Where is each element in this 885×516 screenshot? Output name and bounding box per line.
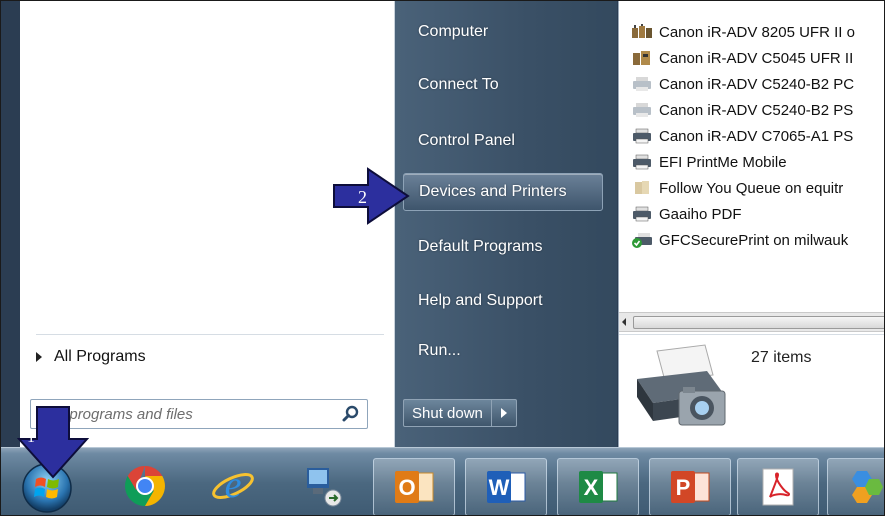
menu-item-label: Devices and Printers — [419, 183, 567, 200]
taskbar-internet-explorer[interactable]: e — [207, 460, 259, 512]
svg-text:e: e — [225, 464, 242, 506]
printer-name: EFI PrintMe Mobile — [659, 153, 787, 171]
search-icon[interactable] — [341, 404, 361, 424]
devices-printer-camera-icon — [637, 344, 726, 426]
list-item[interactable]: Canon iR-ADV 8205 UFR II o — [619, 19, 884, 45]
list-item[interactable]: Canon iR-ADV C5045 UFR II — [619, 45, 884, 71]
step-1-label: 1 — [27, 429, 35, 446]
shutdown-options-button[interactable] — [491, 399, 517, 427]
chevron-right-icon — [500, 408, 507, 418]
printer-name: Canon iR-ADV C5240-B2 PS — [659, 101, 854, 119]
excel-icon: X — [579, 471, 618, 503]
printer-group-icon — [633, 51, 650, 65]
printer-name: Canon iR-ADV 8205 UFR II o — [659, 23, 855, 41]
menu-item-run[interactable]: Run... — [403, 332, 603, 370]
printer-name: Canon iR-ADV C7065-A1 PS — [659, 127, 854, 145]
menu-item-label: Help and Support — [418, 292, 543, 309]
shutdown-control: Shut down — [403, 399, 517, 427]
taskbar-remote-desktop[interactable] — [297, 460, 349, 512]
all-programs-label: All Programs — [54, 348, 146, 365]
menu-item-help-and-support[interactable]: Help and Support — [403, 282, 603, 320]
preview-divider — [619, 334, 884, 335]
menu-item-label: Connect To — [418, 76, 499, 93]
menu-item-label: Control Panel — [418, 132, 515, 149]
all-programs-link[interactable]: All Programs — [36, 344, 146, 370]
taskbar-excel[interactable]: X — [557, 458, 639, 515]
list-item[interactable]: Gaaiho PDF — [619, 201, 884, 227]
shutdown-button[interactable]: Shut down — [403, 399, 492, 427]
scroll-left-icon[interactable] — [622, 318, 626, 326]
devices-preview-pane: Canon iR-ADV 8205 UFR II o Canon iR-ADV … — [618, 1, 884, 447]
left-pane-divider — [36, 334, 384, 335]
taskbar-app-partial[interactable] — [827, 458, 884, 515]
chrome-icon — [125, 466, 165, 506]
printer-name: Canon iR-ADV C5045 UFR II — [659, 49, 854, 67]
acrobat-icon — [762, 468, 794, 506]
svg-text:W: W — [489, 475, 510, 500]
printer-name: Canon iR-ADV C5240-B2 PC — [659, 75, 855, 93]
list-item[interactable]: Canon iR-ADV C5240-B2 PS — [619, 97, 884, 123]
expand-triangle-icon — [36, 352, 42, 362]
printer-group-icon — [632, 24, 652, 38]
menu-item-label: Default Programs — [418, 238, 543, 255]
menu-item-connect-to[interactable]: Connect To — [403, 66, 603, 104]
svg-text:X: X — [584, 475, 599, 500]
menu-item-control-panel[interactable]: Control Panel — [403, 122, 603, 160]
menu-item-label: Run... — [418, 342, 461, 359]
shutdown-label: Shut down — [412, 404, 483, 422]
menu-item-devices-and-printers[interactable]: Devices and Printers — [403, 173, 603, 211]
scrollbar-thumb[interactable] — [633, 316, 884, 329]
taskbar-word[interactable]: W — [465, 458, 547, 515]
taskbar-powerpoint[interactable]: P — [649, 458, 731, 515]
step-2-arrow-icon — [333, 167, 410, 225]
printer-faded-icon — [633, 103, 651, 117]
printer-name: GFCSecurePrint on milwauk — [659, 231, 849, 249]
printer-faded-icon — [633, 77, 651, 91]
printer-default-check-icon — [632, 233, 652, 248]
menu-item-default-programs[interactable]: Default Programs — [403, 228, 603, 266]
taskbar-acrobat[interactable] — [737, 458, 819, 515]
taskbar-outlook[interactable]: O — [373, 458, 455, 515]
list-item[interactable]: GFCSecurePrint on milwauk — [619, 227, 884, 253]
start-menu-right-pane: Computer Connect To Control Panel Device… — [395, 1, 617, 447]
taskbar: e O W X P — [1, 447, 884, 515]
list-item[interactable]: EFI PrintMe Mobile — [619, 149, 884, 175]
outlook-icon: O — [395, 471, 434, 503]
step-2-label: 2 — [358, 187, 367, 207]
word-icon: W — [487, 471, 526, 503]
app-hexagon-icon — [852, 471, 883, 503]
list-item[interactable]: Canon iR-ADV C7065-A1 PS — [619, 123, 884, 149]
remote-desktop-icon — [307, 468, 342, 507]
taskbar-chrome[interactable] — [119, 460, 171, 512]
screenshot-frame: All Programs Computer Connect To Control… — [0, 0, 885, 516]
list-item[interactable]: Follow You Queue on equitr — [619, 175, 884, 201]
printer-name: Gaaiho PDF — [659, 205, 742, 223]
printer-name: Follow You Queue on equitr — [659, 179, 844, 197]
printer-icon — [633, 154, 651, 170]
internet-explorer-icon: e — [212, 464, 254, 506]
items-count: 27 items — [751, 349, 812, 366]
menu-item-computer[interactable]: Computer — [403, 13, 603, 51]
list-item[interactable]: Canon iR-ADV C5240-B2 PC — [619, 71, 884, 97]
horizontal-scrollbar[interactable] — [619, 312, 884, 332]
printer-faded-group-icon — [635, 181, 649, 194]
printer-icon — [633, 128, 651, 144]
printer-icon — [633, 206, 651, 222]
menu-item-label: Computer — [418, 23, 489, 40]
powerpoint-icon: P — [671, 471, 710, 503]
printer-list: Canon iR-ADV 8205 UFR II o Canon iR-ADV … — [619, 19, 884, 253]
svg-text:P: P — [676, 475, 691, 500]
svg-text:O: O — [398, 475, 415, 500]
